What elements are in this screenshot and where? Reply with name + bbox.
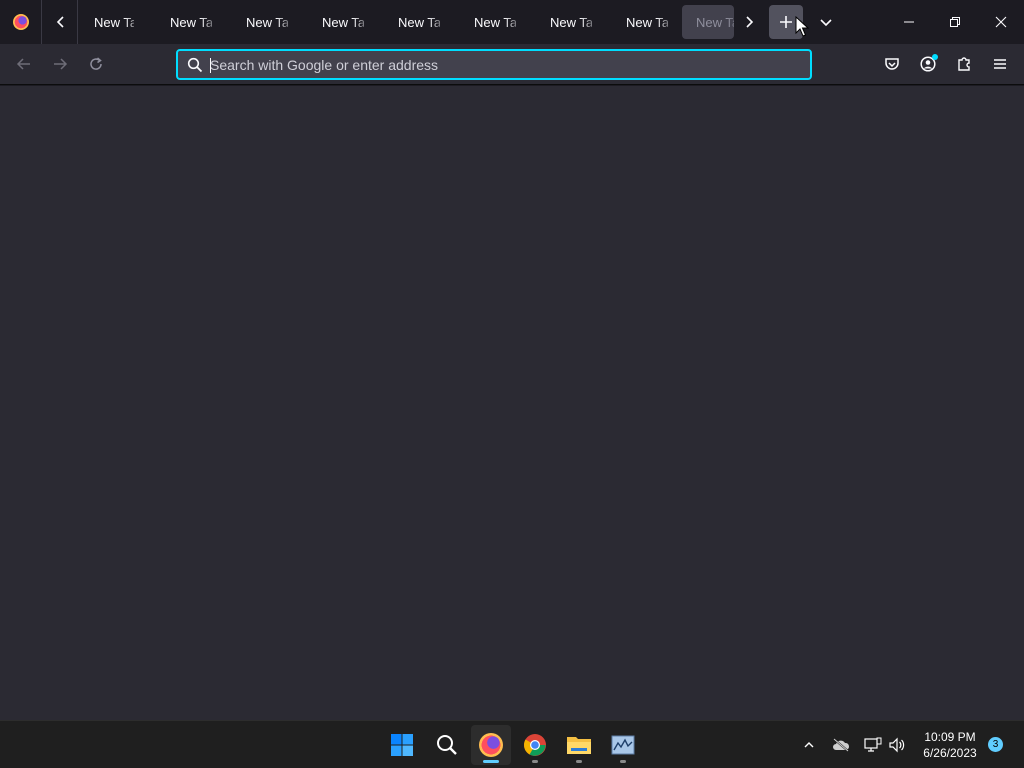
taskbar-firefox[interactable] bbox=[471, 725, 511, 765]
tab-separator bbox=[77, 0, 78, 44]
tab[interactable]: New Tab bbox=[384, 5, 440, 39]
firefox-icon bbox=[12, 14, 29, 30]
notification-badge[interactable]: 3 bbox=[988, 737, 1003, 752]
restore-button[interactable] bbox=[932, 0, 978, 44]
tab[interactable]: New Tab bbox=[80, 5, 134, 39]
tab-label: New Tab bbox=[246, 14, 288, 30]
chevron-right-icon bbox=[746, 16, 754, 28]
text-caret bbox=[210, 58, 211, 73]
chevron-left-icon bbox=[56, 16, 64, 28]
mouse-cursor-icon bbox=[795, 16, 809, 37]
close-button[interactable] bbox=[978, 0, 1024, 44]
tab[interactable]: New Tab bbox=[612, 5, 668, 39]
hamburger-menu-icon bbox=[994, 59, 1006, 69]
windows-start-icon bbox=[391, 734, 413, 756]
taskbar-resource-monitor[interactable] bbox=[603, 725, 643, 765]
taskbar-search-button[interactable] bbox=[427, 725, 467, 765]
tab-active[interactable]: New Tab bbox=[682, 5, 734, 39]
network-button[interactable] bbox=[861, 733, 885, 757]
arrow-right-icon bbox=[54, 58, 68, 70]
scroll-tabs-right-button[interactable] bbox=[733, 6, 765, 38]
cloud-offline-icon bbox=[833, 738, 850, 752]
list-all-tabs-button[interactable] bbox=[810, 6, 842, 38]
tab-label: New Tab bbox=[696, 14, 734, 30]
notification-dot bbox=[932, 54, 938, 60]
plus-icon bbox=[780, 16, 792, 28]
running-indicator bbox=[620, 760, 626, 763]
show-hidden-icons-button[interactable] bbox=[797, 733, 821, 757]
chrome-icon bbox=[524, 734, 546, 756]
url-bar[interactable] bbox=[176, 49, 812, 80]
resource-monitor-icon bbox=[611, 735, 635, 755]
puzzle-icon bbox=[958, 57, 970, 71]
clock-time: 10:09 PM bbox=[924, 730, 976, 744]
extensions-button[interactable] bbox=[948, 48, 980, 80]
onedrive-button[interactable] bbox=[829, 733, 853, 757]
search-icon bbox=[180, 57, 210, 73]
tab-label: New Tab bbox=[170, 14, 212, 30]
account-button[interactable] bbox=[912, 48, 944, 80]
firefox-view-button[interactable] bbox=[0, 0, 42, 44]
volume-icon bbox=[889, 737, 905, 753]
running-indicator bbox=[483, 760, 499, 763]
network-icon bbox=[864, 737, 882, 752]
reload-icon bbox=[90, 57, 102, 70]
running-indicator bbox=[576, 760, 582, 763]
tab-label: New Tab bbox=[322, 14, 364, 30]
arrow-left-icon bbox=[16, 58, 30, 70]
reload-button[interactable] bbox=[80, 48, 112, 80]
tab-label: New Tab bbox=[626, 14, 668, 30]
tab-label: New Tab bbox=[474, 14, 516, 30]
minimize-icon bbox=[904, 21, 914, 23]
back-button[interactable] bbox=[8, 48, 40, 80]
pocket-button[interactable] bbox=[876, 48, 908, 80]
chevron-down-icon bbox=[820, 19, 832, 27]
navigation-toolbar bbox=[0, 44, 1024, 85]
scroll-tabs-left-button[interactable] bbox=[45, 6, 77, 38]
tab-label: New Tab bbox=[398, 14, 440, 30]
page-content bbox=[0, 86, 1024, 720]
app-menu-button[interactable] bbox=[984, 48, 1016, 80]
firefox-icon bbox=[479, 733, 503, 757]
chevron-up-icon bbox=[804, 742, 814, 748]
close-icon bbox=[995, 16, 1007, 28]
tab[interactable]: New Tab bbox=[156, 5, 212, 39]
taskbar-clock[interactable]: 10:09 PM 6/26/2023 bbox=[912, 729, 988, 761]
minimize-button[interactable] bbox=[886, 0, 932, 44]
folder-icon bbox=[567, 737, 591, 754]
running-indicator bbox=[532, 760, 538, 763]
taskbar-file-explorer[interactable] bbox=[559, 725, 599, 765]
pocket-icon bbox=[885, 58, 899, 70]
url-input[interactable] bbox=[210, 51, 810, 78]
forward-button[interactable] bbox=[44, 48, 76, 80]
restore-icon bbox=[950, 17, 960, 27]
tab[interactable]: New Tab bbox=[308, 5, 364, 39]
tab-label: New Tab bbox=[94, 14, 134, 30]
tab[interactable]: New Tab bbox=[232, 5, 288, 39]
start-button[interactable] bbox=[382, 725, 422, 765]
volume-button[interactable] bbox=[885, 733, 909, 757]
tab-label: New Tab bbox=[550, 14, 592, 30]
windows-taskbar: 10:09 PM 6/26/2023 3 bbox=[0, 720, 1024, 768]
tab[interactable]: New Tab bbox=[536, 5, 592, 39]
taskbar-chrome[interactable] bbox=[515, 725, 555, 765]
tab-strip: New Tab New Tab New Tab New Tab New Tab … bbox=[0, 0, 1024, 44]
tab[interactable]: New Tab bbox=[460, 5, 516, 39]
clock-date: 6/26/2023 bbox=[923, 746, 977, 760]
browser-window: New Tab New Tab New Tab New Tab New Tab … bbox=[0, 0, 1024, 768]
search-icon bbox=[437, 735, 457, 755]
